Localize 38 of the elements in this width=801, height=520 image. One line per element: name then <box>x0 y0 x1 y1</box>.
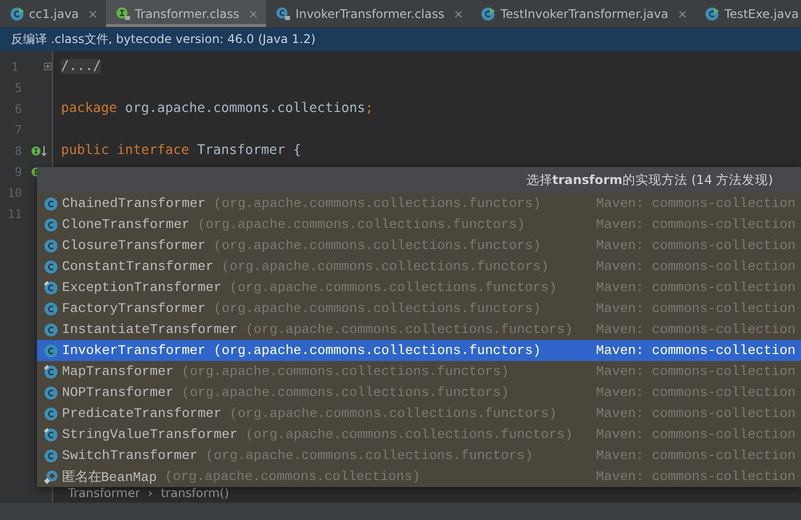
implemented-icon[interactable] <box>31 144 47 156</box>
class-icon <box>44 260 58 274</box>
breadcrumb-separator: › <box>148 486 153 500</box>
java-class-icon <box>481 6 496 20</box>
folded-code[interactable]: /.../ <box>61 59 102 74</box>
code-line: public interface Transformer { <box>61 143 302 158</box>
class-icon <box>44 428 58 442</box>
class-icon <box>44 448 58 462</box>
code-line: package org.apache.commons.collections; <box>61 101 374 116</box>
close-icon[interactable]: × <box>677 6 688 20</box>
java-class-icon <box>10 6 24 20</box>
class-lock-icon <box>276 6 290 20</box>
popup-title: 选择transform的实现方法 (14 方法发现) <box>526 172 773 188</box>
class-icon <box>44 344 58 358</box>
decompiled-notice: 反编译 .class文件, bytecode version: 46.0 (Java 1.2) <box>11 31 316 48</box>
anonymous-class-icon <box>44 470 58 484</box>
class-icon <box>44 218 58 232</box>
fold-icon[interactable] <box>44 62 52 71</box>
editor-tab[interactable]: TestInvokerTransformer.java × <box>471 0 696 27</box>
close-icon[interactable]: × <box>453 6 464 20</box>
interface-lock-icon <box>116 6 130 20</box>
java-class-icon <box>705 6 720 20</box>
class-icon <box>44 386 58 400</box>
editor-tab[interactable]: TestExe.java <box>695 0 801 27</box>
editor-tab[interactable]: Transformer.class × <box>106 0 266 27</box>
editor-tab[interactable]: cc1.java × <box>0 0 106 27</box>
breadcrumb-item[interactable]: transform() <box>160 486 230 500</box>
close-icon[interactable]: × <box>88 6 98 20</box>
class-icon <box>44 406 58 420</box>
class-icon <box>44 302 58 316</box>
editor-tab[interactable]: InvokerTransformer.class × <box>266 0 472 27</box>
implementation-item[interactable]: InvokerTransformer (org.apache.commons.collections.functors) Maven: commons-collection <box>37 340 801 361</box>
breadcrumb-item[interactable]: Transformer <box>68 486 140 500</box>
class-icon <box>44 280 58 294</box>
class-icon <box>44 322 58 336</box>
class-icon <box>44 196 58 210</box>
class-icon <box>44 238 58 252</box>
class-icon <box>44 364 58 378</box>
